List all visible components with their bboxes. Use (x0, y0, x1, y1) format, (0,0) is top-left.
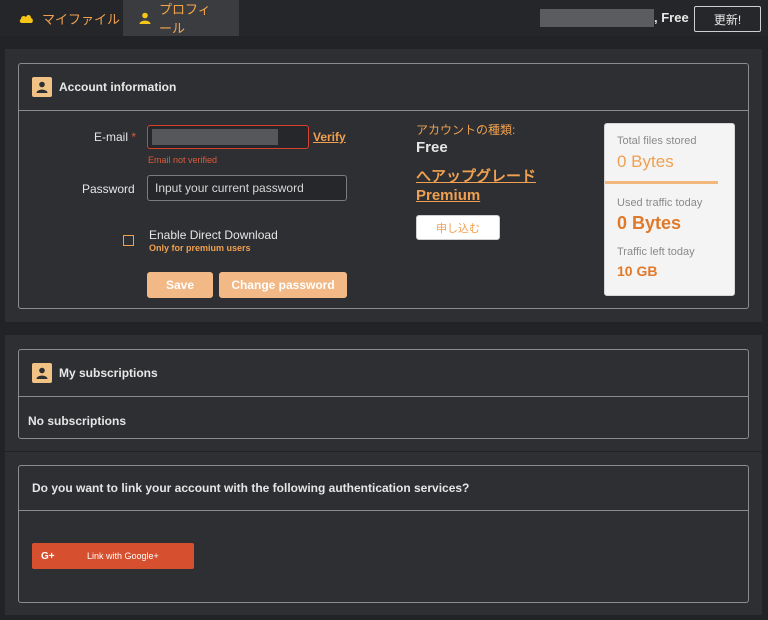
subscriptions-panel-header: My subscriptions (19, 350, 748, 397)
update-button[interactable]: 更新! (694, 6, 761, 32)
tab-my-files-label: マイファイル (42, 11, 121, 27)
total-files-value: 0 Bytes (617, 152, 674, 171)
required-mark: * (131, 130, 137, 144)
account-type-label: アカウントの種類: (416, 123, 516, 137)
account-section: Account information E-mail * Verify Emai… (5, 49, 762, 322)
direct-download-checkbox[interactable] (123, 235, 134, 246)
email-error: Email not verified (148, 155, 218, 165)
tab-profile-label: プロフィール (159, 2, 211, 36)
account-type-value: Free (416, 139, 448, 156)
account-panel-header: Account information (19, 64, 748, 111)
used-traffic-label: Used traffic today (617, 197, 703, 209)
direct-download-label: Enable Direct Download (149, 228, 278, 242)
verify-link[interactable]: Verify (313, 130, 346, 144)
apply-button[interactable]: 申し込む (416, 215, 500, 240)
link-google-button[interactable]: G+ Link with Google+ (32, 543, 194, 569)
subscriptions-panel-title: My subscriptions (59, 366, 158, 380)
email-field[interactable] (147, 125, 309, 149)
cloud-icon (18, 12, 34, 24)
top-bar: マイファイル プロフィール , Free 更新! (0, 0, 768, 36)
auth-services-panel: Do you want to link your account with th… (18, 465, 749, 603)
traffic-left-label: Traffic left today (617, 246, 695, 258)
upgrade-premium-link[interactable]: へアップグレード Premium (416, 167, 536, 205)
user-icon (32, 363, 52, 383)
auth-services-question: Do you want to link your account with th… (32, 481, 470, 495)
password-input[interactable] (147, 175, 347, 201)
total-files-label: Total files stored (617, 135, 697, 147)
account-panel-title: Account information (59, 80, 177, 94)
username-redacted (540, 9, 654, 27)
email-redacted (152, 129, 278, 145)
traffic-left-value: 10 GB (617, 263, 658, 279)
account-panel: Account information E-mail * Verify Emai… (18, 63, 749, 309)
direct-download-note: Only for premium users (149, 243, 251, 253)
tab-my-files[interactable]: マイファイル (2, 0, 136, 36)
change-password-button[interactable]: Change password (219, 272, 347, 298)
google-plus-icon: G+ (41, 550, 55, 562)
user-icon (32, 77, 52, 97)
auth-services-panel-header: Do you want to link your account with th… (19, 466, 748, 511)
tab-profile[interactable]: プロフィール (123, 0, 239, 36)
subscriptions-section: My subscriptions No subscriptions (5, 335, 762, 451)
no-subscriptions-text: No subscriptions (28, 414, 127, 428)
used-traffic-value: 0 Bytes (617, 213, 682, 233)
password-label: Password (82, 182, 135, 196)
user-icon (139, 12, 151, 24)
save-button[interactable]: Save (147, 272, 213, 298)
storage-bar (605, 181, 718, 184)
upgrade-line-1: へアップグレード (416, 168, 537, 185)
subscriptions-panel: My subscriptions No subscriptions (18, 349, 749, 439)
link-google-label: Link with Google+ (87, 551, 159, 561)
auth-services-section: Do you want to link your account with th… (5, 452, 762, 615)
user-plan: , Free (654, 10, 689, 25)
email-label: E-mail * (94, 130, 137, 144)
upgrade-line-2: Premium (416, 187, 481, 204)
storage-stats-card: Total files stored 0 Bytes Used traffic … (604, 123, 735, 296)
